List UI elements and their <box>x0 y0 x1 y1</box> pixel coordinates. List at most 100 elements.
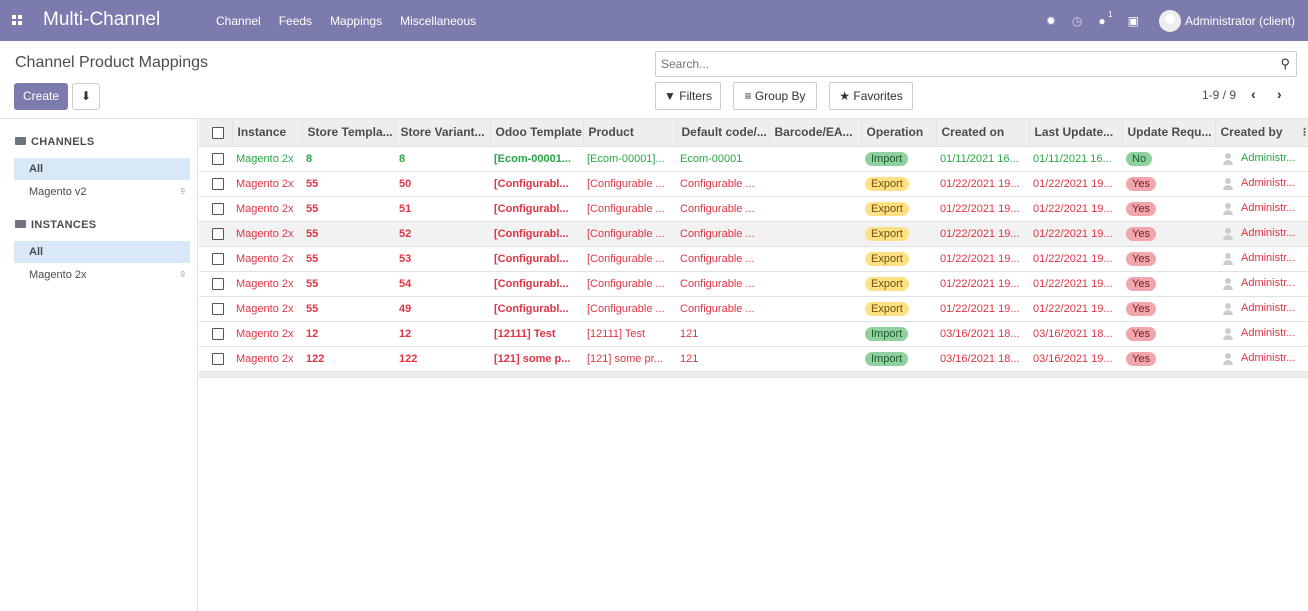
app-brand[interactable]: Multi-Channel <box>43 9 160 31</box>
instances-section-title: INSTANCES <box>15 219 96 231</box>
cell-barcode <box>769 321 861 347</box>
control-panel: Channel Product Mappings Create ⬇ ⚲ ▼ Fi… <box>0 41 1308 119</box>
avatar[interactable] <box>1158 9 1181 32</box>
created-by-name: Administr... <box>1241 227 1296 240</box>
channel-item-magento-v2[interactable]: Magento v2 9 <box>14 181 190 203</box>
cell-update-required: Yes <box>1122 321 1215 347</box>
table-row[interactable]: Magento 2x 8 8 [Ecom-00001... [Ecom-00001]..… <box>199 146 1308 172</box>
operation-badge: Export <box>865 176 909 191</box>
cell-default-code: Configurable ... <box>676 171 769 197</box>
table-row[interactable]: Magento 2x 55 49 [Configurabl... [Configurab… <box>199 296 1308 322</box>
menu-feeds[interactable]: Feeds <box>279 14 312 28</box>
clock-icon[interactable]: ◷ <box>1072 14 1082 28</box>
menu-miscellaneous[interactable]: Miscellaneous <box>400 14 476 28</box>
cell-update-required: Yes <box>1122 246 1215 272</box>
col-store-variant[interactable]: Store Variant... <box>395 119 491 147</box>
instance-item-all[interactable]: All <box>14 241 190 263</box>
cell-created-on: 01/11/2021 16... <box>936 146 1029 172</box>
group-by-label: Group By <box>754 89 806 103</box>
col-odoo-template[interactable]: Odoo Template <box>490 119 584 147</box>
col-created-by-label: Created by <box>1220 125 1283 140</box>
table-row[interactable]: Magento 2x 55 54 [Configurabl... [Configurab… <box>199 271 1308 297</box>
cell-barcode <box>769 196 861 222</box>
cell-default-code: Configurable ... <box>676 271 769 297</box>
messages-count: 1 <box>1108 9 1113 19</box>
user-menu[interactable]: Administrator (client) <box>1185 14 1295 28</box>
systray: ✹ ◷ ● 1 ▣ Administrator (client) <box>1046 0 1308 41</box>
checkbox-icon <box>212 152 224 165</box>
cell-instance: Magento 2x <box>232 146 302 172</box>
cell-default-code: Ecom-00001 <box>676 146 769 172</box>
pager-previous-icon[interactable]: ‹ <box>1251 86 1256 102</box>
col-instance[interactable]: Instance <box>232 119 303 147</box>
search-icon[interactable]: ⚲ <box>1280 56 1290 72</box>
row-checkbox[interactable] <box>199 171 232 197</box>
cell-product: [12111] Test <box>583 321 676 347</box>
cell-default-code: Configurable ... <box>676 246 769 272</box>
row-checkbox[interactable] <box>199 271 232 297</box>
cell-operation: Export <box>861 246 936 272</box>
cell-created-on: 01/22/2021 19... <box>936 296 1029 322</box>
cell-odoo-template: [121] some p... <box>490 346 583 372</box>
col-default-code[interactable]: Default code/... <box>676 119 770 147</box>
menu-channel[interactable]: Channel <box>216 14 261 28</box>
cell-odoo-template: [Configurabl... <box>490 246 583 272</box>
col-product[interactable]: Product <box>583 119 677 147</box>
table-row[interactable]: Magento 2x 55 50 [Configurabl... [Configurab… <box>199 171 1308 197</box>
operation-badge: Export <box>865 226 909 241</box>
row-checkbox[interactable] <box>199 196 232 222</box>
pager-value[interactable]: 1-9 / 9 <box>1202 88 1236 102</box>
apps-menu-icon[interactable] <box>12 15 22 25</box>
row-checkbox[interactable] <box>199 321 232 347</box>
row-checkbox[interactable] <box>199 246 232 272</box>
group-by-button[interactable]: ≡ Group By <box>733 82 817 110</box>
list-icon: ≡ <box>744 89 752 103</box>
col-barcode[interactable]: Barcode/EA... <box>769 119 862 147</box>
cell-product: [Configurable ... <box>583 271 676 297</box>
instances-title-text: INSTANCES <box>31 219 97 231</box>
menu-mappings[interactable]: Mappings <box>330 14 382 28</box>
checkbox-icon <box>212 227 224 240</box>
cell-created-by: Administr... <box>1215 196 1308 222</box>
table-row[interactable]: Magento 2x 55 53 [Configurabl... [Configurab… <box>199 246 1308 272</box>
cell-default-code: 121 <box>676 346 769 372</box>
cell-store-variant: 54 <box>395 271 490 297</box>
col-last-update[interactable]: Last Update... <box>1029 119 1123 147</box>
created-by-name: Administr... <box>1241 277 1296 290</box>
filters-button[interactable]: ▼ Filters <box>655 82 721 110</box>
operation-badge: Export <box>865 301 909 316</box>
table-row[interactable]: Magento 2x 122 122 [121] some p... [121] som… <box>199 346 1308 372</box>
channel-item-all[interactable]: All <box>14 158 190 180</box>
export-button[interactable]: ⬇ <box>72 83 100 110</box>
row-checkbox[interactable] <box>199 346 232 372</box>
col-created-by[interactable]: Created by ⁝ <box>1215 119 1308 147</box>
instance-item-count: 9 <box>180 270 185 279</box>
table-row[interactable]: Magento 2x 55 51 [Configurabl... [Configurab… <box>199 196 1308 222</box>
pager-next-icon[interactable]: › <box>1277 86 1282 102</box>
bug-icon[interactable]: ✹ <box>1046 14 1056 28</box>
user-avatar-icon <box>1223 227 1233 240</box>
table-row[interactable]: Magento 2x 55 52 [Configurabl... [Configurab… <box>199 221 1308 247</box>
checkbox-icon <box>212 252 224 265</box>
select-all-checkbox[interactable] <box>199 119 233 147</box>
col-update-required[interactable]: Update Requ... <box>1122 119 1216 147</box>
instance-item-magento-2x[interactable]: Magento 2x 9 <box>14 264 190 286</box>
gift-icon[interactable]: ▣ <box>1128 14 1139 28</box>
col-created-on[interactable]: Created on <box>936 119 1030 147</box>
row-checkbox[interactable] <box>199 146 232 172</box>
col-store-template[interactable]: Store Templa... <box>302 119 396 147</box>
cell-created-on: 01/22/2021 19... <box>936 271 1029 297</box>
row-checkbox[interactable] <box>199 296 232 322</box>
favorites-button[interactable]: ★ Favorites <box>829 82 913 110</box>
filters-label: Filters <box>679 89 712 103</box>
user-avatar-icon <box>1223 327 1233 340</box>
optional-columns-icon[interactable]: ⁝ <box>1303 125 1307 139</box>
table-row[interactable]: Magento 2x 12 12 [12111] Test [12111] Test 12… <box>199 321 1308 347</box>
row-checkbox[interactable] <box>199 221 232 247</box>
messages-icon[interactable]: ● 1 <box>1098 10 1112 28</box>
cell-update-required: Yes <box>1122 221 1215 247</box>
col-operation[interactable]: Operation <box>861 119 937 147</box>
update-required-badge: Yes <box>1126 276 1156 291</box>
create-button[interactable]: Create <box>14 83 68 110</box>
search-input[interactable] <box>656 52 1256 76</box>
